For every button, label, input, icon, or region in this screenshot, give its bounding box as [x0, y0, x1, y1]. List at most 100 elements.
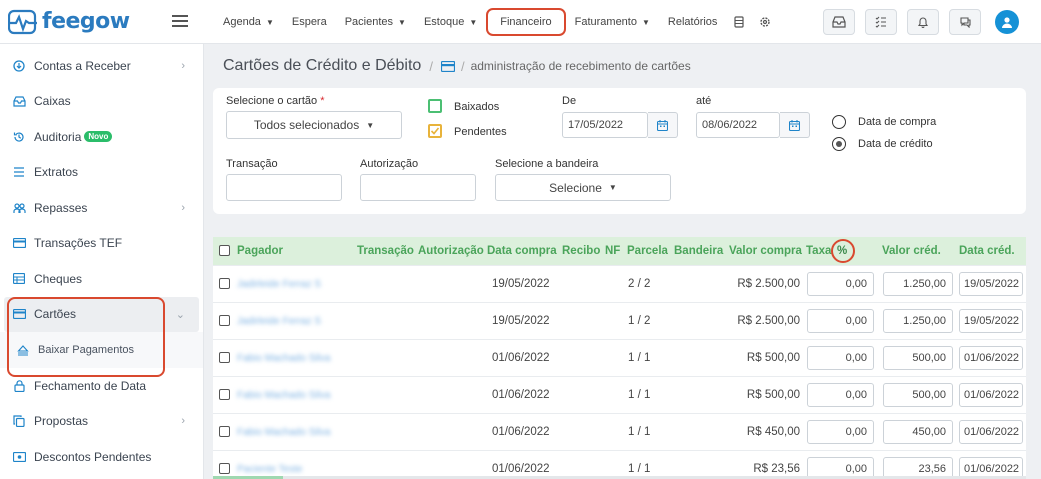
transacao-input[interactable] — [226, 174, 342, 201]
taxa-input[interactable]: 0,00 — [807, 272, 874, 296]
pendentes-checkbox[interactable] — [428, 124, 442, 138]
data-cred-input[interactable]: 01/06/2022 — [959, 383, 1023, 407]
chat-button[interactable] — [949, 9, 981, 35]
radio-data-credito[interactable] — [832, 137, 846, 151]
user-avatar[interactable] — [995, 10, 1019, 34]
history-icon — [12, 130, 26, 144]
row-checkbox[interactable] — [219, 463, 230, 474]
taxa-input[interactable]: 0,00 — [807, 383, 874, 407]
sidebar-item-cartoes[interactable]: Cartões ⌄ — [4, 296, 199, 332]
nav-pacientes[interactable]: Pacientes ▼ — [336, 0, 415, 44]
nav-label: Agenda — [223, 16, 261, 28]
date-to-input[interactable]: 08/06/2022 — [696, 112, 780, 138]
row-checkbox[interactable] — [219, 278, 230, 289]
gear-icon[interactable] — [752, 0, 778, 44]
sidebar-item-contas-a-receber[interactable]: Contas a Receber › — [0, 48, 203, 84]
required-marker: * — [320, 95, 325, 107]
sidebar-item-cheques[interactable]: Cheques — [0, 261, 203, 297]
select-all-checkbox[interactable] — [219, 245, 230, 256]
date-from-calendar-button[interactable] — [648, 112, 678, 138]
nav-label: Pacientes — [344, 16, 394, 28]
nav-estoque[interactable]: Estoque ▼ — [415, 0, 486, 44]
inbox-button[interactable] — [823, 9, 855, 35]
nav-espera[interactable]: Espera — [283, 0, 336, 44]
sidebar-item-repasses[interactable]: Repasses › — [0, 190, 203, 226]
sidebar-item-auditoria[interactable]: Auditoria Novo — [0, 119, 203, 155]
notifications-button[interactable] — [907, 9, 939, 35]
autorizacao-input[interactable] — [360, 174, 476, 201]
baixados-label: Baixados — [454, 101, 500, 113]
pagador-link[interactable]: Jadirleide Ferraz S — [237, 266, 321, 303]
row-checkbox[interactable] — [219, 389, 230, 400]
menu-toggle-icon[interactable] — [172, 15, 188, 27]
card-icon — [12, 307, 26, 321]
data-cred-input[interactable]: 01/06/2022 — [959, 420, 1023, 444]
row-checkbox[interactable] — [219, 426, 230, 437]
col-valor-cred[interactable]: Valor créd. — [882, 237, 941, 265]
nav-financeiro[interactable]: Financeiro — [486, 8, 566, 36]
col-pagador[interactable]: Pagador — [237, 237, 283, 265]
sidebar-item-label: Cartões — [34, 307, 77, 322]
valor-cred-input[interactable]: 1.250,00 — [883, 309, 953, 333]
data-cred-input[interactable]: 01/06/2022 — [959, 346, 1023, 370]
sidebar-item-label: Propostas — [34, 414, 89, 429]
sidebar-item-fechamento-de-data[interactable]: Fechamento de Data — [0, 368, 203, 404]
sidebar-item-caixas[interactable]: Caixas — [0, 84, 203, 120]
sidebar-item-propostas[interactable]: Propostas › — [0, 404, 203, 440]
date-from-input[interactable]: 17/05/2022 — [562, 112, 648, 138]
valor-compra-cell: R$ 500,00 — [746, 352, 800, 364]
sidebar-item-label: Cheques — [34, 271, 83, 286]
valor-cred-input[interactable]: 1.250,00 — [883, 272, 953, 296]
main-content: Cartões de Crédito e Débito / / administ… — [204, 44, 1041, 479]
data-cred-input[interactable]: 19/05/2022 — [959, 309, 1023, 333]
pagador-link[interactable]: Fabio Machado Silva — [237, 340, 330, 377]
col-data-compra[interactable]: Data compra — [487, 237, 557, 265]
transacao-label: Transação — [226, 158, 278, 170]
pagador-link[interactable]: Jadirleide Ferraz S — [237, 303, 321, 340]
taxa-input[interactable]: 0,00 — [807, 420, 874, 444]
col-transacao[interactable]: Transação — [357, 237, 414, 265]
nav-faturamento[interactable]: Faturamento ▼ — [566, 0, 659, 44]
data-compra-cell: 01/06/2022 — [492, 389, 550, 401]
table-icon — [12, 272, 26, 286]
date-to-calendar-button[interactable] — [780, 112, 810, 138]
database-icon[interactable] — [726, 0, 752, 44]
valor-cred-input[interactable]: 450,00 — [883, 420, 953, 444]
nav-label: Estoque — [423, 16, 465, 28]
baixados-checkbox[interactable] — [428, 99, 442, 113]
col-recibo[interactable]: Recibo — [562, 237, 600, 265]
sidebar-item-extratos[interactable]: Extratos — [0, 155, 203, 191]
col-valor-compra[interactable]: Valor compra — [729, 237, 802, 265]
col-nf[interactable]: NF — [605, 237, 620, 265]
row-checkbox[interactable] — [219, 315, 230, 326]
valor-cred-input[interactable]: 500,00 — [883, 346, 953, 370]
row-checkbox[interactable] — [219, 352, 230, 363]
col-parcela[interactable]: Parcela — [627, 237, 668, 265]
col-bandeira[interactable]: Bandeira — [674, 237, 723, 265]
de-label: De — [562, 95, 577, 107]
data-compra-cell: 01/06/2022 — [492, 463, 550, 475]
pagador-link[interactable]: Fabio Machado Silva — [237, 414, 330, 451]
card-select[interactable]: Todos selecionados ▼ — [226, 111, 402, 139]
sidebar-item-transacoes-tef[interactable]: Transações TEF — [0, 226, 203, 262]
sidebar-item-descontos-pendentes[interactable]: Descontos Pendentes — [0, 439, 203, 475]
col-autorizacao[interactable]: Autorização — [418, 237, 484, 265]
col-taxa[interactable]: Taxa — [806, 237, 831, 265]
logo[interactable]: feegow — [0, 9, 200, 35]
radio-data-compra[interactable] — [832, 115, 846, 129]
valor-cred-input[interactable]: 500,00 — [883, 383, 953, 407]
sidebar-subitem-baixar-pagamentos[interactable]: Baixar Pagamentos — [0, 332, 203, 368]
nav-agenda[interactable]: Agenda ▼ — [214, 0, 283, 44]
pagador-link[interactable]: Paciente Teste — [237, 451, 302, 479]
breadcrumb-separator: / — [460, 58, 465, 74]
pagador-link[interactable]: Fabio Machado Silva — [237, 377, 330, 414]
taxa-input[interactable]: 0,00 — [807, 346, 874, 370]
bandeira-select[interactable]: Selecione ▼ — [495, 174, 671, 201]
checklist-button[interactable] — [865, 9, 897, 35]
nav-relatorios[interactable]: Relatórios — [659, 0, 727, 44]
sidebar-item-label: Fechamento de Data — [34, 378, 147, 393]
col-data-cred[interactable]: Data créd. — [959, 237, 1015, 265]
col-taxa-percent[interactable]: % — [837, 237, 847, 265]
data-cred-input[interactable]: 19/05/2022 — [959, 272, 1023, 296]
taxa-input[interactable]: 0,00 — [807, 309, 874, 333]
